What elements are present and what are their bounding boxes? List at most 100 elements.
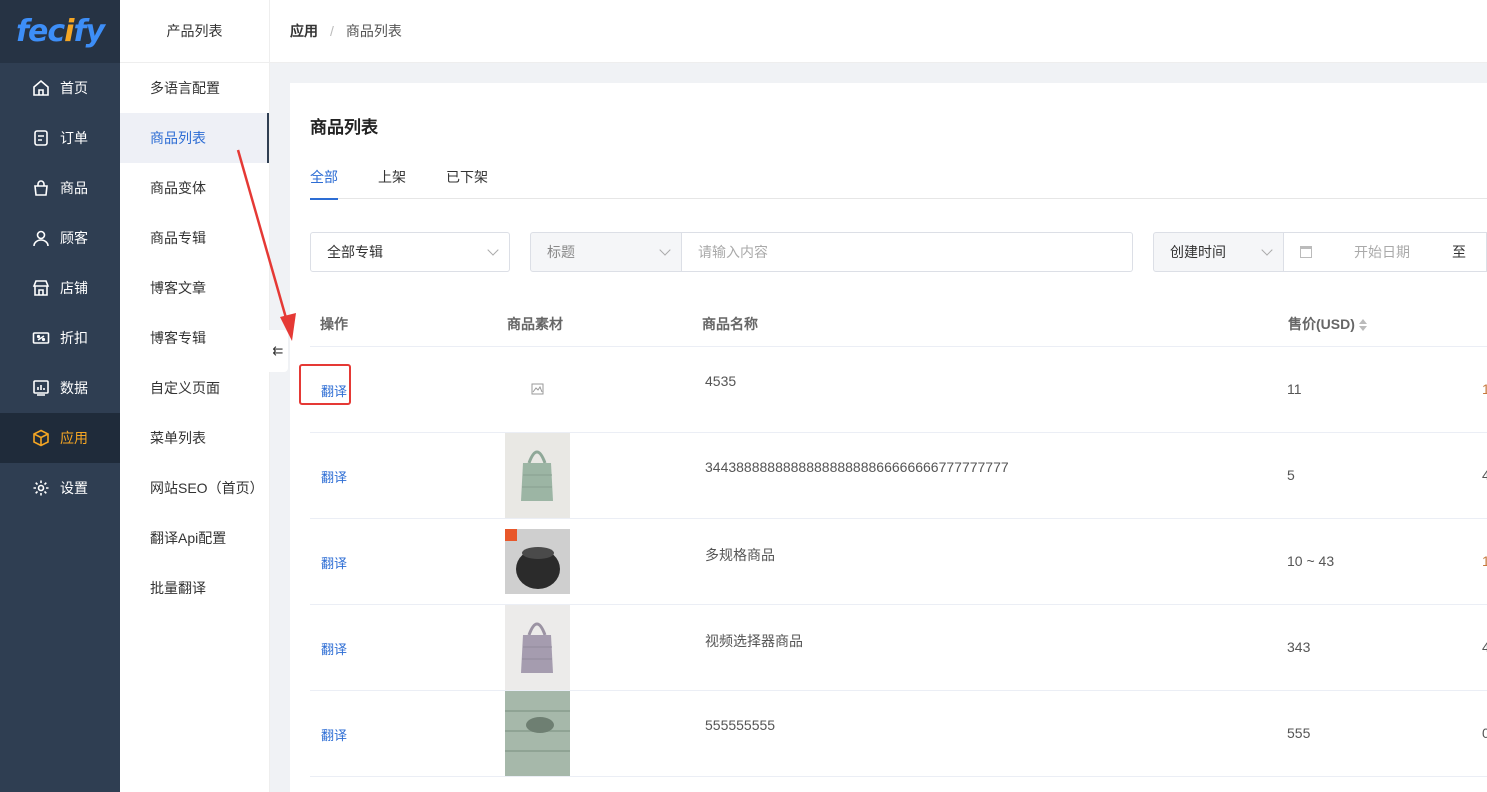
date-range-to: 至 [1452, 244, 1466, 260]
tab-off-sale[interactable]: 已下架 [446, 167, 488, 199]
table-row: 翻译 多规格商品 10 ~ 43 1 [310, 519, 1487, 605]
truncated-cell: 4 [1482, 639, 1487, 655]
cube-icon [32, 429, 50, 447]
search-input[interactable]: 请输入内容 [682, 232, 1133, 272]
highlight-box [299, 364, 351, 405]
nav-item-apps[interactable]: 应用 [0, 413, 120, 463]
chart-icon [32, 379, 50, 397]
user-icon [32, 229, 50, 247]
sort-icon[interactable] [1358, 318, 1367, 332]
product-image-black-pouch [505, 519, 570, 604]
filter-bar: 全部专辑 标题 请输入内容 创建时间 开始日期 至 [310, 232, 1487, 272]
truncated-cell: 1 [1482, 381, 1487, 397]
collection-select-value: 全部专辑 [327, 244, 383, 260]
date-field-select[interactable]: 创建时间 [1153, 232, 1284, 272]
search-placeholder: 请输入内容 [698, 244, 768, 260]
table-row: 翻译 3443888888888888888888666666667777777… [310, 433, 1487, 519]
home-icon [32, 79, 50, 97]
translate-link[interactable]: 翻译 [321, 725, 347, 744]
nav-item-home[interactable]: 首页 [0, 63, 120, 113]
sub-item-custom-pages[interactable]: 自定义页面 [120, 363, 269, 413]
bag-icon [32, 179, 50, 197]
table-row: 翻译 视频选择器商品 343 4 [310, 605, 1487, 691]
calendar-icon [1300, 246, 1312, 258]
sub-item-seo[interactable]: 网站SEO（首页） [120, 463, 269, 513]
nav-item-label: 设置 [60, 480, 88, 496]
sub-item-menus[interactable]: 菜单列表 [120, 413, 269, 463]
product-price: 343 [1287, 639, 1311, 655]
nav-item-store[interactable]: 店铺 [0, 263, 120, 313]
product-image-green-tote [505, 433, 570, 518]
product-price: 5 [1287, 467, 1295, 483]
col-media: 商品素材 [507, 316, 563, 332]
table-header: 操作 商品素材 商品名称 售价(USD) [310, 299, 1487, 347]
breadcrumb-root[interactable]: 应用 [290, 21, 318, 41]
main-nav: fecify 首页 订单 商品 顾客 店铺 折扣 数据 应用 设置 [0, 0, 120, 792]
product-image-lilac-tote [505, 605, 570, 690]
discount-icon [32, 329, 50, 347]
date-range-input[interactable]: 开始日期 至 [1284, 232, 1487, 272]
translate-link[interactable]: 翻译 [321, 553, 347, 572]
submenu-title: 产品列表 [120, 0, 269, 63]
breadcrumb-current: 商品列表 [345, 23, 402, 39]
status-tabs: 全部 上架 已下架 [310, 167, 1487, 200]
nav-item-customers[interactable]: 顾客 [0, 213, 120, 263]
chevron-down-icon [1261, 244, 1273, 256]
nav-item-orders[interactable]: 订单 [0, 113, 120, 163]
logo[interactable]: fecify [0, 0, 120, 63]
nav-item-label: 数据 [60, 380, 88, 396]
product-image-placeholder [505, 347, 570, 432]
search-field-value: 标题 [547, 244, 575, 260]
annotation-arrow [236, 149, 296, 341]
nav-item-label: 顾客 [60, 230, 88, 246]
truncated-cell: 1 [1482, 553, 1487, 569]
col-price[interactable]: 售价(USD) [1288, 314, 1367, 334]
col-action: 操作 [320, 316, 348, 332]
product-name[interactable]: 555555555 [705, 717, 775, 733]
date-field-value: 创建时间 [1170, 244, 1226, 260]
store-icon [32, 279, 50, 297]
start-date-placeholder: 开始日期 [1354, 244, 1410, 260]
product-price: 11 [1287, 381, 1302, 397]
nav-item-label: 订单 [60, 130, 88, 146]
product-list-card: 商品列表 全部 上架 已下架 全部专辑 标题 请输入内容 创建时间 开始日期 至… [290, 83, 1487, 792]
chevron-down-icon [487, 244, 499, 256]
nav-item-settings[interactable]: 设置 [0, 463, 120, 513]
tab-all[interactable]: 全部 [310, 167, 338, 200]
collection-select[interactable]: 全部专辑 [310, 232, 510, 272]
breadcrumb-separator: / [330, 23, 334, 39]
chevron-down-icon [659, 244, 671, 256]
product-price: 555 [1287, 725, 1311, 741]
truncated-cell: 0 [1482, 725, 1487, 741]
nav-item-data[interactable]: 数据 [0, 363, 120, 413]
nav-item-label: 应用 [60, 430, 88, 446]
sub-item-languages[interactable]: 多语言配置 [120, 63, 269, 113]
gear-icon [32, 479, 50, 497]
nav-item-label: 首页 [60, 80, 88, 96]
nav-item-label: 折扣 [60, 330, 88, 346]
nav-item-products[interactable]: 商品 [0, 163, 120, 213]
truncated-cell: 4 [1482, 467, 1487, 483]
product-name[interactable]: 4535 [705, 373, 736, 389]
nav-item-label: 店铺 [60, 280, 88, 296]
page-title: 商品列表 [310, 118, 378, 137]
col-name: 商品名称 [702, 316, 758, 332]
product-image-green-quilted [505, 691, 570, 776]
translate-link[interactable]: 翻译 [321, 639, 347, 658]
search-field-select[interactable]: 标题 [530, 232, 682, 272]
product-name[interactable]: 344388888888888888888866666666777777777 [705, 459, 1009, 475]
product-price: 10 ~ 43 [1287, 553, 1335, 569]
table-row: 翻译 555555555 555 0 [310, 691, 1487, 777]
tab-on-sale[interactable]: 上架 [378, 167, 406, 199]
nav-item-discount[interactable]: 折扣 [0, 313, 120, 363]
sub-item-translate-api[interactable]: 翻译Api配置 [120, 513, 269, 563]
sub-item-batch-translate[interactable]: 批量翻译 [120, 563, 269, 613]
translate-link[interactable]: 翻译 [321, 467, 347, 486]
product-name[interactable]: 多规格商品 [705, 545, 775, 565]
col-price-label: 售价(USD) [1288, 316, 1355, 332]
order-icon [32, 129, 50, 147]
product-name[interactable]: 视频选择器商品 [705, 631, 803, 651]
submenu: 产品列表 多语言配置 商品列表 商品变体 商品专辑 博客文章 博客专辑 自定义页… [120, 0, 270, 792]
breadcrumb: 应用 / 商品列表 [270, 0, 1487, 63]
table-row: 翻译 4535 11 1 [310, 347, 1487, 433]
